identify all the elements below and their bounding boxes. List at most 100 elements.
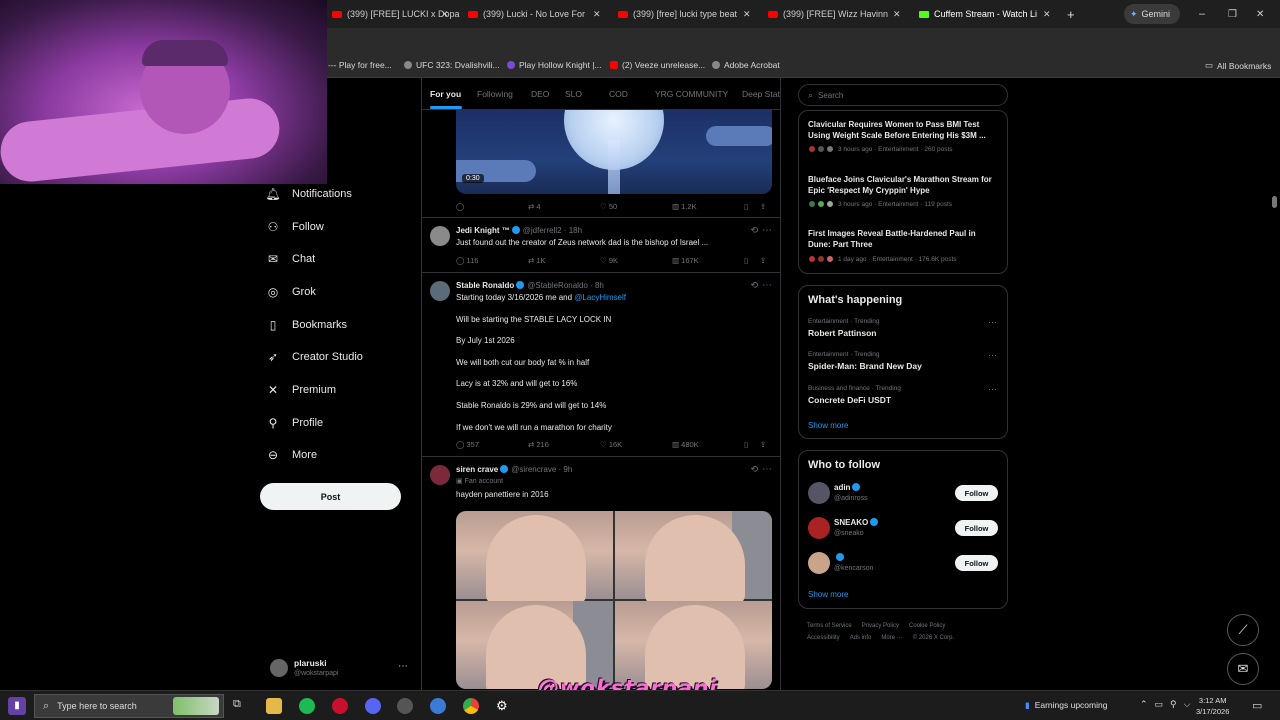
tweet[interactable]: 0:30 ◯ ⇄ 4 ♡ 50 ▥ 1.2K ▯ ⇪ — [422, 110, 780, 218]
tweet-handle[interactable]: @jdferrell2 · 18h — [523, 226, 582, 235]
spotify-icon[interactable] — [299, 698, 315, 714]
like-button[interactable]: ♡ 50 — [600, 202, 617, 211]
tab-deep-stat[interactable]: Deep Stat — [742, 89, 780, 99]
scrollbar-thumb[interactable] — [1272, 196, 1277, 208]
settings-icon[interactable]: ⚙ — [496, 698, 512, 714]
tweet-author[interactable]: Stable Ronaldo — [456, 281, 514, 290]
all-bookmarks[interactable]: ▭ All Bookmarks — [1205, 60, 1271, 71]
repost-button[interactable]: ⇄ 4 — [528, 202, 541, 211]
bookmark-item[interactable]: --- Play for free... — [328, 60, 392, 70]
app-icon[interactable] — [332, 698, 348, 714]
nav-item-grok[interactable]: ◎ Grok — [266, 281, 316, 303]
avatar[interactable] — [808, 552, 830, 574]
tweet-handle[interactable]: @sirencrave · 9h — [511, 465, 572, 474]
browser-tab-active[interactable]: Cuffem Stream - Watch Live — [919, 4, 1037, 24]
obs-icon[interactable] — [397, 698, 413, 714]
news-headline[interactable]: Blueface Joins Clavicular's Marathon Str… — [808, 174, 1000, 196]
tweet-photo[interactable] — [615, 511, 772, 605]
nav-item-chat[interactable]: ✉ Chat — [266, 248, 315, 270]
tweet-photo-grid[interactable] — [456, 511, 772, 689]
trend-item[interactable]: Concrete DeFi USDT — [808, 395, 891, 405]
nav-item-notifications[interactable]: 🔔︎ Notifications — [265, 183, 352, 205]
bookmark-item[interactable]: Adobe Acrobat — [712, 60, 780, 70]
account-switcher[interactable]: plaruski @wokstarpapi ⋯ — [270, 655, 410, 685]
views-button[interactable]: ▥ 1.2K — [672, 202, 697, 211]
system-tray-icons[interactable]: ⌃▭⚲⌵ — [1140, 699, 1197, 710]
news-widget[interactable]: ▮ Earnings upcoming — [1025, 700, 1107, 711]
avatar[interactable] — [808, 482, 830, 504]
footer-link[interactable]: Cookie Policy — [909, 623, 945, 629]
minimize-icon[interactable]: – — [1199, 4, 1205, 24]
nav-item-bookmarks[interactable]: ▯ Bookmarks — [266, 314, 347, 336]
tab-slo[interactable]: SLO — [565, 89, 582, 99]
avatar[interactable] — [430, 281, 450, 301]
trend-item[interactable]: Robert Pattinson — [808, 328, 876, 338]
grok-icon[interactable]: ⟲ — [750, 225, 758, 236]
reply-button[interactable]: ◯ 357 — [456, 440, 479, 449]
tweet-video[interactable]: 0:30 — [456, 110, 772, 194]
views-button[interactable]: ▥ 167K — [672, 256, 699, 265]
footer-link[interactable]: Ads info — [850, 635, 872, 641]
tweet-author[interactable]: siren crave — [456, 465, 498, 474]
follow-suggestion-name[interactable] — [834, 553, 844, 562]
footer-link[interactable]: More ··· — [881, 635, 902, 641]
tweet-handle[interactable]: @StableRonaldo · 8h — [527, 281, 604, 290]
avatar[interactable] — [430, 465, 450, 485]
show-more-link[interactable]: Show more — [808, 590, 848, 599]
close-window-icon[interactable]: ✕ — [1256, 4, 1264, 24]
app-icon[interactable] — [430, 698, 446, 714]
twitch-icon[interactable]: ▮ — [8, 697, 26, 715]
bookmark-item[interactable]: UFC 323: Dvalishvili... — [404, 60, 500, 70]
news-headline[interactable]: First Images Reveal Battle-Hardened Paul… — [808, 228, 1000, 250]
scrollbar[interactable] — [1270, 80, 1278, 690]
follow-suggestion-name[interactable]: adin — [834, 483, 861, 492]
reply-icon[interactable]: ◯ — [456, 202, 464, 211]
browser-tab[interactable]: (399) [FREE] Wizz Havinn Typ... — [768, 4, 888, 24]
more-icon[interactable]: ⋯ — [762, 464, 772, 475]
post-button[interactable]: Post — [260, 483, 401, 510]
tweet[interactable]: Jedi Knight ™ @jdferrell2 · 18h ⟲ ⋯ Just … — [422, 218, 780, 273]
tab-for-you[interactable]: For you — [430, 89, 461, 99]
nav-item-follow[interactable]: ⚇ Follow — [266, 216, 324, 238]
grok-float-button[interactable]: ⟋ — [1227, 614, 1259, 646]
more-icon[interactable]: ⋯ — [988, 317, 997, 328]
follow-button[interactable]: Follow — [955, 520, 998, 536]
browser-tab[interactable]: (399) Lucki - No Love For A... — [468, 4, 586, 24]
mention-link[interactable]: @LacyHimself — [574, 293, 626, 302]
new-tab-button[interactable]: + — [1067, 4, 1075, 24]
bookmark-icon[interactable]: ▯ — [744, 440, 748, 449]
close-tab-icon[interactable]: ✕ — [893, 4, 901, 24]
taskbar-search[interactable]: ⌕ Type here to search — [34, 694, 224, 718]
news-headline[interactable]: Clavicular Requires Women to Pass BMI Te… — [808, 119, 1000, 141]
repost-button[interactable]: ⇄ 1K — [528, 256, 546, 265]
close-tab-icon[interactable]: ✕ — [743, 4, 751, 24]
messages-float-button[interactable]: ✉ — [1227, 653, 1259, 685]
follow-suggestion-name[interactable]: SNEAKO — [834, 518, 879, 527]
avatar[interactable] — [808, 517, 830, 539]
nav-item-profile[interactable]: ⚲ Profile — [266, 412, 324, 434]
grok-icon[interactable]: ⟲ — [750, 464, 758, 475]
repost-button[interactable]: ⇄ 216 — [528, 440, 549, 449]
notifications-icon[interactable]: ▭ — [1252, 699, 1262, 712]
more-icon[interactable]: ⋯ — [762, 280, 772, 291]
tweet[interactable]: siren crave @sirencrave · 9h ⟲ ⋯ ▣ Fan ac… — [422, 457, 780, 690]
like-button[interactable]: ♡ 9K — [600, 256, 618, 265]
search-input[interactable]: ⌕ Search — [798, 84, 1008, 106]
footer-link[interactable]: Accessibility — [807, 635, 840, 641]
taskbar-clock[interactable]: 3:12 AM 3/17/2026 — [1196, 695, 1229, 717]
grok-icon[interactable]: ⟲ — [750, 280, 758, 291]
follow-button[interactable]: Follow — [955, 555, 998, 571]
trend-item[interactable]: Spider-Man: Brand New Day — [808, 361, 922, 371]
tab-cod[interactable]: COD — [609, 89, 628, 99]
close-tab-icon[interactable]: ✕ — [441, 4, 449, 24]
close-tab-icon[interactable]: ✕ — [593, 4, 601, 24]
share-icon[interactable]: ⇪ — [760, 256, 766, 265]
gemini-button[interactable]: ✦ Gemini — [1124, 4, 1180, 24]
footer-link[interactable]: Privacy Policy — [862, 623, 899, 629]
more-icon[interactable]: ⋯ — [988, 384, 997, 395]
chrome-icon[interactable] — [463, 698, 479, 714]
close-tab-icon[interactable]: ✕ — [1043, 4, 1051, 24]
tab-following[interactable]: Following — [477, 89, 513, 99]
bookmark-icon[interactable]: ▯ — [744, 256, 748, 265]
follow-button[interactable]: Follow — [955, 485, 998, 501]
